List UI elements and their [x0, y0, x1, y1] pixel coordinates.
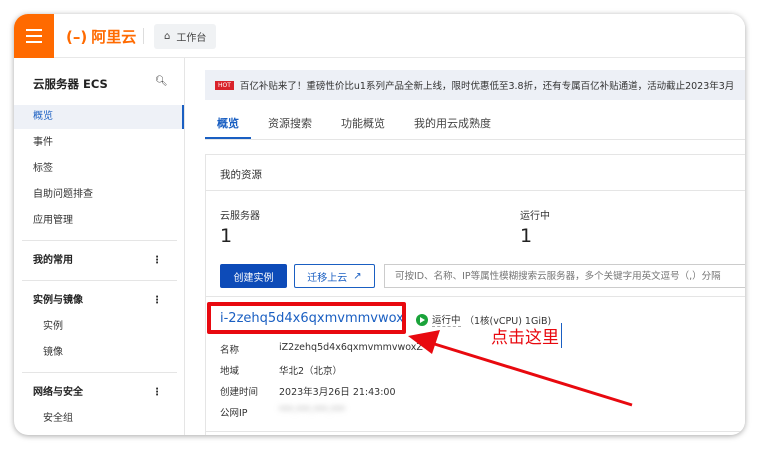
home-icon: ⌂ — [164, 31, 171, 42]
my-resources-card: 我的资源 云服务器 1 运行中 1 创建实例 迁移上云↗ i-2zehq5d4x… — [205, 154, 745, 435]
region-value: 华北2（北京） — [279, 366, 343, 377]
brand-name: 阿里云 — [91, 28, 137, 46]
hot-badge: HOT — [215, 80, 234, 90]
divider — [206, 296, 745, 297]
divider — [22, 280, 177, 281]
public-ip-label: 公网IP — [220, 408, 248, 419]
sidebar: 云服务器 ECS 🔍︎ 概览 事件 标签 自助问题排查 应用管理 我的常用 ⋮ 实… — [14, 58, 185, 435]
sidebar-group-instances-images[interactable]: 实例与镜像 ⋮ — [14, 289, 184, 313]
created-label: 创建时间 — [220, 387, 259, 398]
sidebar-item-images[interactable]: 镜像 — [14, 341, 184, 365]
more-icon[interactable]: ⋮ — [152, 249, 162, 273]
promo-banner[interactable]: HOT 百亿补贴来了！重磅性价比u1系列产品全新上线，限时优惠低至3.8折，还有… — [205, 70, 745, 100]
name-value: iZ2zehq5d4x6qxmvmmvwoxZ — [279, 342, 423, 353]
top-bar: (–) 阿里云 ⌂ 工作台 — [14, 14, 745, 58]
stat-value-servers[interactable]: 1 — [220, 225, 232, 247]
console-window: (–) 阿里云 ⌂ 工作台 云服务器 ECS 🔍︎ 概览 事件 标签 自助问题排查 … — [14, 14, 745, 435]
sidebar-item-app-management[interactable]: 应用管理 — [14, 209, 184, 233]
divider — [206, 431, 745, 432]
search-icon[interactable]: 🔍︎ — [155, 76, 168, 87]
logo-bracket-icon: (–) — [66, 27, 88, 46]
group-label: 实例与镜像 — [33, 295, 83, 306]
created-value: 2023年3月26日 21:43:00 — [279, 387, 396, 398]
tab-bar: 概览 资源搜索 功能概览 我的用云成熟度 — [205, 110, 745, 140]
tab-overview[interactable]: 概览 — [205, 110, 251, 139]
sidebar-item-security-groups[interactable]: 安全组 — [14, 407, 184, 431]
group-label: 我的常用 — [33, 255, 73, 266]
status-text[interactable]: 运行中 — [432, 312, 461, 327]
running-icon — [416, 313, 428, 326]
more-icon[interactable]: ⋮ — [152, 289, 162, 313]
tab-cloud-maturity[interactable]: 我的用云成熟度 — [402, 110, 503, 139]
sidebar-item-overview[interactable]: 概览 — [14, 105, 184, 129]
sidebar-group-network-security[interactable]: 网络与安全 ⋮ — [14, 381, 184, 405]
more-icon[interactable]: ⋮ — [152, 381, 162, 405]
migrate-button[interactable]: 迁移上云 ↗ — [294, 264, 375, 288]
divider — [206, 190, 745, 191]
sidebar-item-instances[interactable]: 实例 — [14, 315, 184, 339]
divider — [143, 28, 144, 44]
sidebar-group-favorites[interactable]: 我的常用 ⋮ — [14, 249, 184, 273]
sidebar-item-troubleshoot[interactable]: 自助问题排查 — [14, 183, 184, 207]
name-label: 名称 — [220, 345, 240, 356]
banner-text: 百亿补贴来了！重磅性价比u1系列产品全新上线，限时优惠低至3.8折，还有专属百亿… — [239, 81, 735, 92]
migrate-label: 迁移上云 — [307, 272, 348, 284]
menu-button[interactable] — [14, 14, 54, 58]
sidebar-title: 云服务器 ECS — [33, 77, 108, 91]
divider — [22, 240, 177, 241]
stat-value-running[interactable]: 1 — [520, 225, 532, 247]
instance-search-input[interactable] — [384, 264, 745, 288]
annotation-text: 点击这里 — [491, 323, 562, 348]
sidebar-item-tags[interactable]: 标签 — [14, 157, 184, 181]
group-label: 网络与安全 — [33, 387, 83, 398]
sidebar-item-events[interactable]: 事件 — [14, 131, 184, 155]
highlight-box — [207, 302, 406, 334]
region-label: 地域 — [220, 366, 240, 377]
stat-label-servers: 云服务器 — [220, 211, 260, 222]
public-ip-value: ***.***.***.*** — [279, 405, 346, 416]
divider — [22, 372, 177, 373]
workbench-button[interactable]: ⌂ 工作台 — [154, 24, 217, 49]
card-title: 我的资源 — [220, 169, 262, 181]
tab-feature-overview[interactable]: 功能概览 — [329, 110, 397, 139]
tab-resource-search[interactable]: 资源搜索 — [256, 110, 324, 139]
external-link-icon: ↗ — [353, 270, 362, 282]
aliyun-logo[interactable]: (–) 阿里云 — [66, 26, 136, 47]
main-content: HOT 百亿补贴来了！重磅性价比u1系列产品全新上线，限时优惠低至3.8折，还有… — [185, 58, 745, 435]
create-instance-button[interactable]: 创建实例 — [220, 264, 287, 288]
workbench-label: 工作台 — [176, 33, 207, 44]
stat-label-running: 运行中 — [520, 211, 550, 222]
